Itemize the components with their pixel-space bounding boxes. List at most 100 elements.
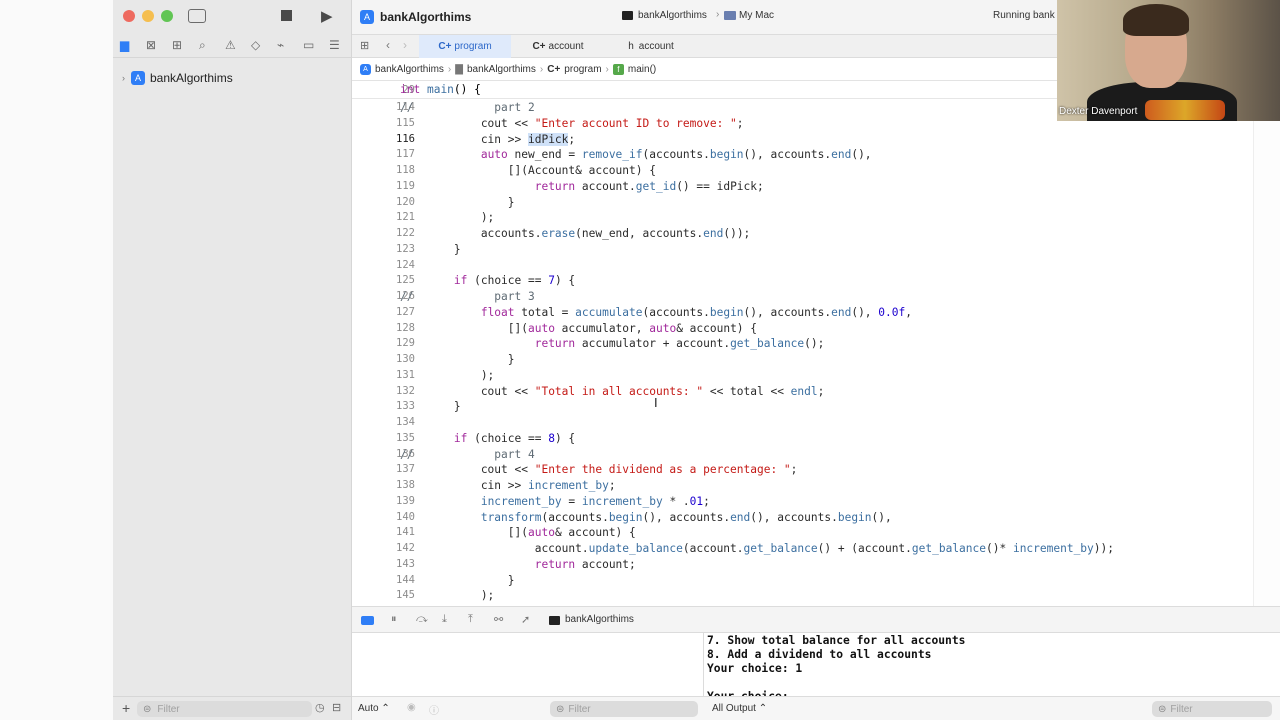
close-window-button[interactable] [123, 10, 135, 22]
code-line[interactable]: 122 accounts.erase(new_end, accounts.end… [352, 227, 1257, 243]
zoom-window-button[interactable] [161, 10, 173, 22]
code-line[interactable]: 127 float total = accumulate(accounts.be… [352, 306, 1257, 322]
info-icon[interactable]: ⓘ [429, 702, 439, 717]
tab-account-cpp[interactable]: C+ account [512, 35, 604, 58]
source-control-icon[interactable]: ⊠ [146, 38, 156, 52]
code-text[interactable]: } [400, 353, 515, 366]
jumpbar-item[interactable]: main() [628, 64, 656, 75]
code-text[interactable]: cin >> increment_by; [400, 479, 616, 492]
sidebar-filter-input[interactable]: ⊜ Filter [137, 701, 312, 717]
variables-view[interactable] [352, 633, 704, 696]
code-text[interactable]: if (choice == 7) { [400, 274, 575, 287]
code-line[interactable]: 131 ); [352, 369, 1257, 385]
code-text[interactable]: // part 2 [400, 101, 535, 114]
code-editor[interactable]: 114// part 2 115 cout << "Enter account I… [352, 101, 1257, 606]
code-line[interactable]: 132 cout << "Total in all accounts: " <<… [352, 385, 1257, 401]
code-line[interactable]: 142 account.update_balance(account.get_b… [352, 542, 1257, 558]
code-line[interactable]: 139 increment_by = increment_by * .01; [352, 495, 1257, 511]
symbol-icon[interactable]: ⊞ [172, 38, 182, 52]
code-text[interactable]: increment_by = increment_by * .01; [400, 495, 710, 508]
project-tree-item[interactable]: › A bankAlgorthims [122, 68, 233, 88]
code-text[interactable]: ); [400, 369, 494, 382]
code-line[interactable]: 125 if (choice == 7) { [352, 274, 1257, 290]
code-line[interactable]: 117 auto new_end = remove_if(accounts.be… [352, 148, 1257, 164]
code-text[interactable]: [](auto accumulator, auto& account) { [400, 322, 757, 335]
code-text[interactable]: auto new_end = remove_if(accounts.begin(… [400, 148, 872, 161]
code-line[interactable]: 133 } [352, 400, 1257, 416]
code-text[interactable]: // part 4 [400, 448, 535, 461]
step-into-icon[interactable]: ⤓ [442, 613, 447, 626]
code-text[interactable]: [](Account& account) { [400, 164, 656, 177]
code-line[interactable]: 119 return account.get_id() == idPick; [352, 180, 1257, 196]
step-over-icon[interactable]: ⤼ [416, 613, 428, 626]
code-text[interactable]: } [400, 243, 461, 256]
breakpoint-icon[interactable]: ▭ [303, 38, 314, 52]
code-line[interactable]: 145 ); [352, 589, 1257, 605]
code-line[interactable]: 124 [352, 259, 1257, 275]
variables-filter-input[interactable]: ⊜ Filter [550, 701, 698, 717]
scheme-selector[interactable]: bankAlgorthims [638, 10, 707, 21]
minimap[interactable] [1253, 120, 1280, 606]
memory-graph-icon[interactable]: ⚯ [494, 613, 503, 626]
back-icon[interactable]: ‹ [386, 38, 390, 52]
console-output[interactable]: 7. Show total balance for all accounts 8… [705, 633, 1280, 698]
code-text[interactable]: return accumulator + account.get_balance… [400, 337, 825, 350]
code-line[interactable]: 134 [352, 416, 1257, 432]
jumpbar-item[interactable]: bankAlgorthims [375, 64, 444, 75]
test-icon[interactable]: ◇ [251, 38, 260, 52]
output-selector[interactable]: All Output ⌃ [712, 703, 767, 714]
code-text[interactable]: if (choice == 8) { [400, 432, 575, 445]
step-out-icon[interactable]: ⤒ [468, 613, 473, 626]
minimize-window-button[interactable] [142, 10, 154, 22]
grid-icon[interactable]: ⊞ [360, 39, 369, 52]
scm-filter-icon[interactable]: ⊟ [332, 701, 341, 714]
code-text[interactable]: transform(accounts.begin(), accounts.end… [400, 511, 892, 524]
code-line[interactable]: 140 transform(accounts.begin(), accounts… [352, 511, 1257, 527]
code-text[interactable]: } [400, 400, 461, 413]
code-text[interactable]: float total = accumulate(accounts.begin(… [400, 306, 912, 319]
code-line[interactable]: 143 return account; [352, 558, 1257, 574]
chevron-right-icon[interactable]: › [122, 73, 125, 83]
debug-icon[interactable]: ⌁ [277, 38, 284, 52]
code-line[interactable]: 118 [](Account& account) { [352, 164, 1257, 180]
code-line[interactable]: 116 cin >> idPick; [352, 132, 1257, 149]
console-filter-input[interactable]: ⊜ Filter [1152, 701, 1272, 717]
sticky-code[interactable]: int main() { [400, 83, 481, 96]
code-line[interactable]: 128 [](auto accumulator, auto& account) … [352, 322, 1257, 338]
code-line[interactable]: 123 } [352, 243, 1257, 259]
auto-selector[interactable]: Auto ⌃ [358, 703, 390, 714]
pause-icon[interactable]: ⏸ [391, 613, 397, 626]
code-text[interactable]: return account.get_id() == idPick; [400, 180, 764, 193]
destination-selector[interactable]: My Mac [739, 10, 774, 21]
code-text[interactable]: [](auto& account) { [400, 526, 636, 539]
code-text[interactable]: ); [400, 211, 494, 224]
tab-program[interactable]: C+ program [419, 35, 511, 58]
code-line[interactable]: 121 ); [352, 211, 1257, 227]
code-line[interactable]: 130 } [352, 353, 1257, 369]
code-text[interactable]: cout << "Enter account ID to remove: "; [400, 117, 744, 130]
code-text[interactable]: } [400, 574, 515, 587]
code-text[interactable]: cin >> idPick; [400, 132, 575, 146]
tab-account-h[interactable]: h account [605, 35, 697, 58]
code-text[interactable]: cout << "Total in all accounts: " << tot… [400, 385, 825, 398]
search-icon[interactable]: ⌕ [199, 38, 206, 53]
code-line[interactable]: 136// part 4 [352, 448, 1257, 464]
code-text[interactable]: // part 3 [400, 290, 535, 303]
location-icon[interactable]: ➚ [521, 613, 530, 626]
code-text[interactable]: ); [400, 589, 494, 602]
warning-icon[interactable]: ⚠ [225, 38, 236, 52]
jumpbar-item[interactable]: program [564, 64, 601, 75]
sidebar-toggle-icon[interactable] [188, 9, 206, 23]
code-text[interactable]: return account; [400, 558, 636, 571]
eye-icon[interactable]: ◉ [407, 702, 416, 713]
code-line[interactable]: 141 [](auto& account) { [352, 526, 1257, 542]
code-line[interactable]: 137 cout << "Enter the dividend as a per… [352, 463, 1257, 479]
code-text[interactable]: } [400, 196, 515, 209]
code-line[interactable]: 129 return accumulator + account.get_bal… [352, 337, 1257, 353]
hide-debug-area-icon[interactable] [361, 616, 374, 625]
folder-icon[interactable]: ▆ [120, 38, 129, 52]
code-line[interactable]: 135 if (choice == 8) { [352, 432, 1257, 448]
code-text[interactable]: accounts.erase(new_end, accounts.end()); [400, 227, 750, 240]
forward-icon[interactable]: › [403, 38, 407, 52]
code-text[interactable]: account.update_balance(account.get_balan… [400, 542, 1114, 555]
